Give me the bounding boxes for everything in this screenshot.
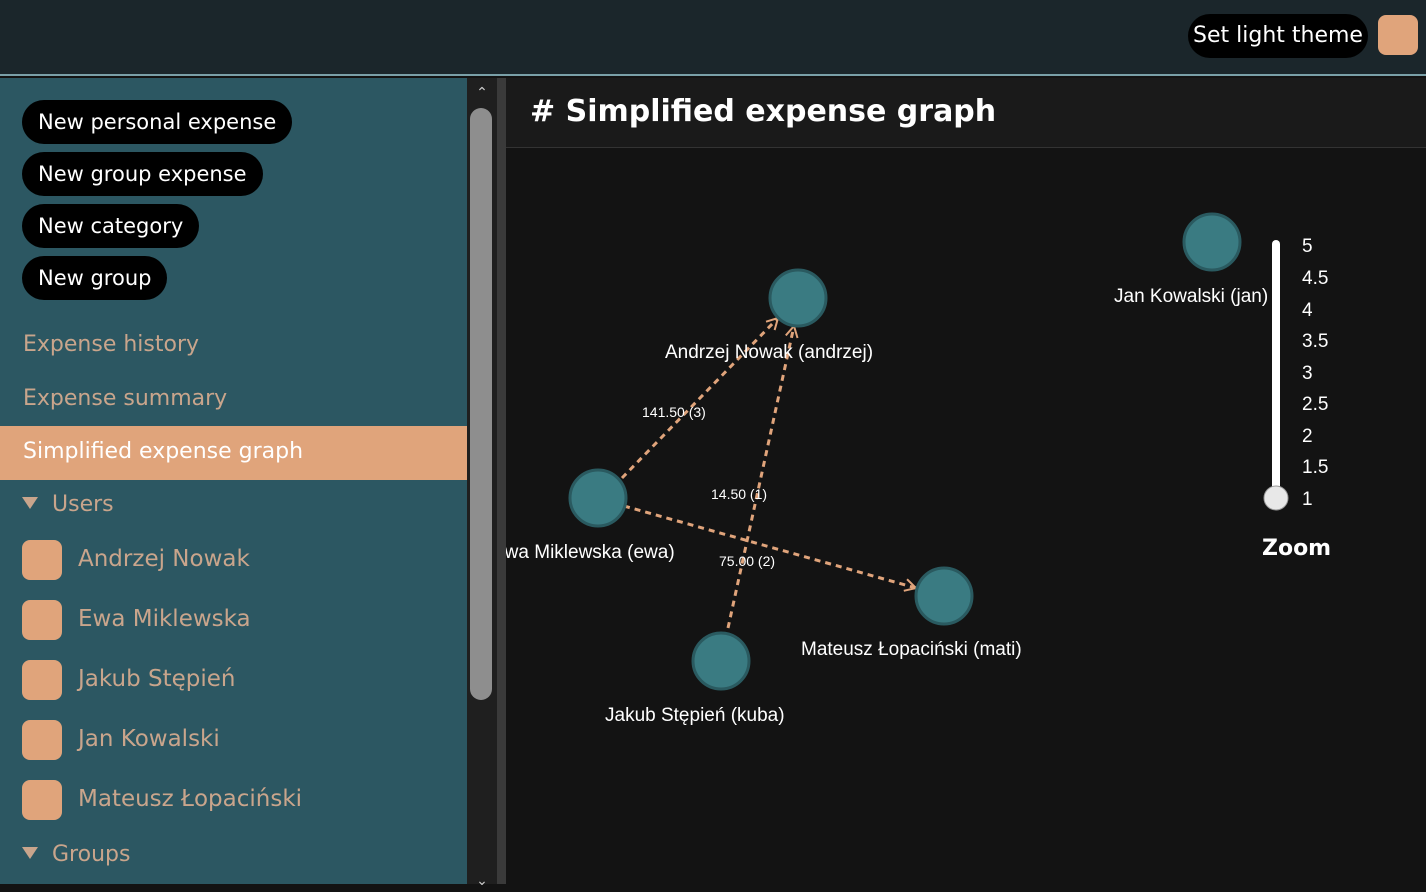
nav-expense-summary[interactable]: Expense summary	[23, 386, 227, 411]
graph-edge[interactable]	[726, 326, 794, 629]
edge-label: 14.50 (1)	[711, 486, 767, 502]
node-label: Andrzej Nowak (andrzej)	[665, 342, 873, 363]
top-bar: Set light theme	[0, 0, 1426, 76]
scroll-thumb[interactable]	[470, 108, 492, 700]
groups-section-toggle[interactable]: Groups	[22, 842, 130, 867]
graph-node[interactable]	[691, 631, 751, 691]
new-group-button[interactable]: New group	[22, 256, 168, 300]
nav-simplified-expense-graph[interactable]: Simplified expense graph	[0, 426, 467, 480]
new-category-button[interactable]: New category	[22, 204, 200, 248]
user-name: Jan Kowalski	[78, 726, 220, 752]
user-name: Andrzej Nowak	[78, 546, 250, 572]
node-label: Jakub Stępień (kuba)	[605, 705, 785, 726]
zoom-tick: 2.5	[1302, 394, 1328, 415]
panel-divider[interactable]	[497, 78, 506, 884]
user-color-swatch	[22, 600, 62, 640]
main-header: # Simplified expense graph	[506, 78, 1426, 148]
zoom-tick: 5	[1302, 236, 1313, 257]
expense-graph[interactable]: 141.50 (3) 14.50 (1) 75.00 (2) Andrzej N…	[506, 148, 1426, 884]
nav-active-label: Simplified expense graph	[23, 439, 304, 464]
edge-label: 141.50 (3)	[642, 404, 706, 420]
graph-node[interactable]	[914, 566, 974, 626]
users-heading: Users	[52, 492, 114, 517]
zoom-tick: 1.5	[1302, 457, 1328, 478]
page-title: # Simplified expense graph	[530, 94, 997, 129]
zoom-tick: 4	[1302, 300, 1313, 321]
edge-label: 75.00 (2)	[719, 553, 775, 569]
zoom-tick: 3.5	[1302, 331, 1328, 352]
set-theme-button[interactable]: Set light theme	[1188, 14, 1368, 58]
user-color-swatch	[22, 660, 62, 700]
groups-heading: Groups	[52, 842, 131, 867]
theme-color-swatch[interactable]	[1378, 15, 1418, 55]
zoom-tick: 3	[1302, 363, 1313, 384]
node-label: Ewa Miklewska (ewa)	[506, 542, 675, 563]
node-label: Jan Kowalski (jan)	[1114, 286, 1268, 307]
chevron-down-icon	[22, 847, 38, 859]
chevron-down-icon	[22, 497, 38, 509]
user-name: Jakub Stępień	[78, 666, 236, 692]
graph-node[interactable]	[568, 468, 628, 528]
zoom-tick: 2	[1302, 426, 1313, 447]
main-panel: # Simplified expense graph 141.50 (3) 14…	[506, 78, 1426, 884]
new-group-expense-button[interactable]: New group expense	[22, 152, 263, 196]
nav-expense-history[interactable]: Expense history	[23, 332, 199, 357]
zoom-slider-track[interactable]	[1272, 240, 1280, 498]
graph-node[interactable]	[1182, 212, 1242, 272]
node-label: Mateusz Łopaciński (mati)	[801, 639, 1022, 660]
user-color-swatch	[22, 540, 62, 580]
new-personal-expense-button[interactable]: New personal expense	[22, 100, 293, 144]
users-section-toggle[interactable]: Users	[22, 492, 114, 517]
user-name: Ewa Miklewska	[78, 606, 251, 632]
sidebar-scrollbar[interactable]: ⌃ ⌄	[467, 78, 497, 888]
user-name: Mateusz Łopaciński	[78, 786, 303, 812]
sidebar: New personal expense New group expense N…	[0, 78, 467, 884]
user-color-swatch	[22, 780, 62, 820]
user-color-swatch	[22, 720, 62, 760]
zoom-tick: 4.5	[1302, 268, 1328, 289]
graph-node[interactable]	[768, 268, 828, 328]
scroll-down-arrow-icon[interactable]: ⌄	[467, 868, 497, 892]
zoom-tick: 1	[1302, 489, 1313, 510]
zoom-slider-handle[interactable]	[1263, 485, 1289, 511]
zoom-label: Zoom	[1262, 536, 1332, 561]
scroll-up-arrow-icon[interactable]: ⌃	[467, 80, 497, 104]
